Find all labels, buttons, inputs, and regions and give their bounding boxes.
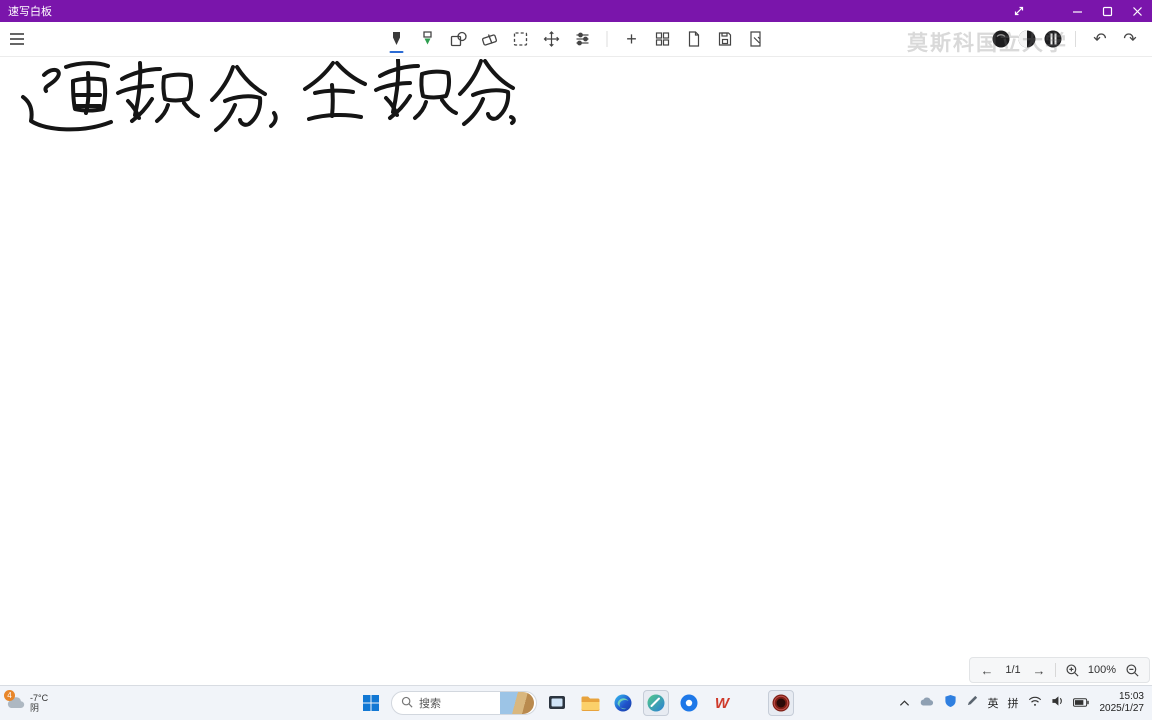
hidden-icons-chevron[interactable] — [899, 694, 910, 712]
export-note-icon[interactable] — [743, 25, 769, 53]
start-button[interactable] — [358, 690, 384, 716]
battery-icon[interactable] — [1072, 694, 1089, 712]
redo-icon[interactable]: ↷ — [1118, 29, 1142, 49]
taskbar-center: 搜索 W — [358, 690, 794, 716]
save-icon[interactable] — [712, 25, 738, 53]
next-page-icon[interactable]: → — [1026, 659, 1052, 681]
theme-striped-icon[interactable] — [1043, 29, 1063, 49]
whiteboard-canvas[interactable]: 通积分，全积分. — [0, 57, 1152, 685]
handwriting-text: 通积分，全积分. — [0, 57, 1, 58]
close-icon[interactable] — [1122, 0, 1152, 22]
pen-tool-icon[interactable] — [384, 25, 410, 53]
search-box[interactable]: 搜索 — [391, 691, 537, 715]
new-page-icon[interactable] — [681, 25, 707, 53]
theme-dark-icon[interactable] — [991, 29, 1011, 49]
edge-browser-icon[interactable] — [610, 690, 636, 716]
time: 15:03 — [1118, 690, 1144, 702]
shapes-tool-icon[interactable] — [446, 25, 472, 53]
file-explorer-icon[interactable] — [577, 690, 603, 716]
whiteboard-app-window: 速写白板 + 莫斯科国立大学 ↶ ↷ ← 1/1 → 100% 4 -7°C 阴… — [0, 0, 1152, 720]
page-indicator: 1/1 — [1005, 664, 1021, 676]
maximize-icon[interactable] — [1092, 0, 1122, 22]
select-tool-icon[interactable] — [508, 25, 534, 53]
wifi-icon[interactable] — [1028, 694, 1042, 712]
screen-recorder-icon[interactable] — [768, 690, 794, 716]
search-icon — [401, 696, 413, 711]
zoom-out-icon[interactable] — [1119, 659, 1145, 681]
weather-text: -7°C 阴 — [30, 693, 48, 714]
fullscreen-icon[interactable] — [1004, 0, 1034, 22]
zoom-in-icon[interactable] — [1059, 659, 1085, 681]
weather-alert-badge: 4 — [4, 690, 15, 701]
task-view-icon[interactable] — [544, 690, 570, 716]
search-highlight-image — [500, 692, 534, 714]
pan-tool-icon[interactable] — [539, 25, 565, 53]
pen-tray-icon[interactable] — [966, 694, 979, 712]
add-object-icon[interactable]: + — [619, 25, 645, 53]
window-title: 速写白板 — [8, 6, 52, 18]
hamburger-menu-icon[interactable] — [0, 22, 34, 56]
titlebar: 速写白板 — [0, 0, 1152, 22]
ink-settings-icon[interactable] — [570, 25, 596, 53]
onedrive-cloud-icon[interactable] — [919, 694, 935, 712]
eraser-tool-icon[interactable] — [477, 25, 503, 53]
ime-mode-indicator[interactable]: 拼 — [1008, 695, 1019, 711]
navigator-divider — [1055, 663, 1056, 677]
weather-widget[interactable]: 4 -7°C 阴 — [0, 690, 48, 714]
wps-letter: W — [714, 694, 730, 712]
search-placeholder: 搜索 — [419, 698, 441, 710]
volume-icon[interactable] — [1051, 694, 1064, 712]
toolbar-divider — [1075, 31, 1076, 47]
weather-cloud-icon: 4 — [4, 690, 26, 712]
template-gallery-icon[interactable] — [650, 25, 676, 53]
wps-office-icon[interactable]: W — [709, 690, 735, 716]
zoom-level: 100% — [1087, 664, 1117, 676]
previous-page-icon[interactable]: ← — [974, 659, 1000, 681]
weather-temp: -7°C — [30, 692, 49, 703]
whiteboard-app-icon[interactable] — [643, 690, 669, 716]
taskbar-clock[interactable]: 15:03 2025/1/27 — [1098, 691, 1145, 716]
window-controls — [1004, 0, 1152, 22]
theme-half-icon[interactable] — [1017, 29, 1037, 49]
ink-strokes — [21, 59, 516, 132]
minimize-icon[interactable] — [1062, 0, 1092, 22]
system-tray: 英 拼 15:03 2025/1/27 — [899, 691, 1152, 716]
taskbar: 4 -7°C 阴 搜索 W 英 拼 15:03 2025/1/27 — [0, 685, 1152, 720]
date: 2025/1/27 — [1099, 703, 1145, 714]
page-zoom-navigator: ← 1/1 → 100% — [969, 657, 1150, 683]
toolbar: + 莫斯科国立大学 ↶ ↷ — [0, 22, 1152, 57]
toolbar-divider — [606, 31, 608, 47]
highlighter-tool-icon[interactable] — [415, 25, 441, 53]
weather-condition: 阴 — [30, 703, 40, 713]
tool-strip: + — [384, 25, 769, 53]
security-shield-icon[interactable] — [944, 694, 957, 713]
toolbar-right-cluster: ↶ ↷ — [991, 29, 1152, 49]
ime-language-indicator[interactable]: 英 — [988, 695, 999, 711]
undo-icon[interactable]: ↶ — [1088, 29, 1112, 49]
media-player-icon[interactable] — [676, 690, 702, 716]
